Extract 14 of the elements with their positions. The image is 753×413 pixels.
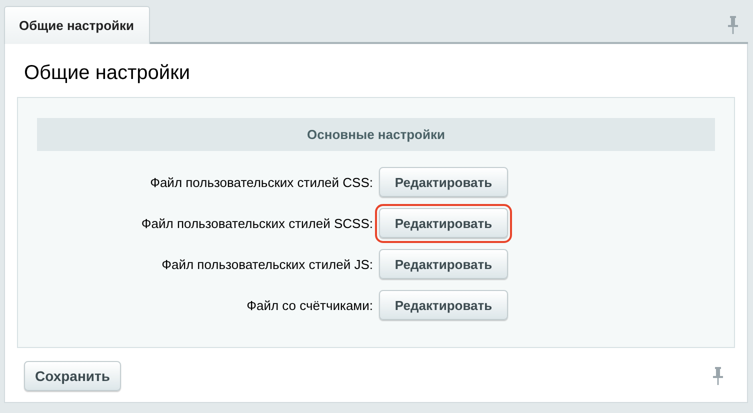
section-heading: Основные настройки bbox=[37, 118, 715, 151]
field-label: Файл пользовательских стилей CSS: bbox=[149, 174, 373, 190]
pin-icon[interactable] bbox=[728, 16, 738, 34]
field-label: Файл со счётчиками: bbox=[246, 298, 373, 312]
pin-icon[interactable] bbox=[713, 367, 723, 385]
edit-button[interactable]: Редактировать bbox=[379, 208, 508, 238]
edit-button[interactable]: Редактировать bbox=[379, 167, 508, 197]
edit-button[interactable]: Редактировать bbox=[379, 290, 508, 320]
field-label: Файл пользовательских стилей JS: bbox=[160, 256, 373, 272]
edit-button[interactable]: Редактировать bbox=[379, 249, 508, 279]
tab[interactable]: Общие настройки bbox=[4, 6, 150, 44]
save-button[interactable]: Сохранить bbox=[24, 361, 121, 391]
field-label: Файл пользовательских стилей SCSS: bbox=[140, 216, 373, 230]
page-title: Общие настройки bbox=[24, 62, 191, 85]
